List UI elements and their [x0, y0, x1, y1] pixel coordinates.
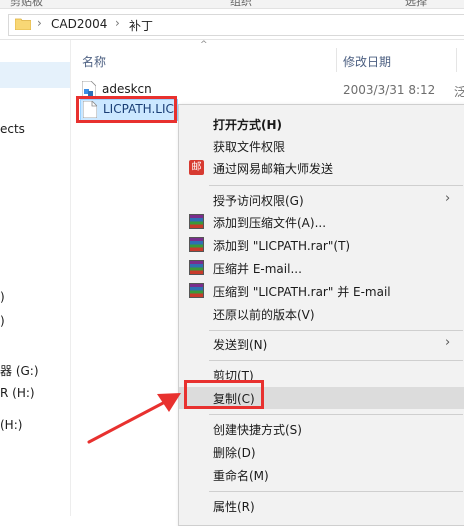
menu-separator [209, 360, 463, 361]
address-bar[interactable]: › CAD2004 › 补丁 [0, 9, 464, 40]
annotation-box-copy [184, 380, 264, 409]
menu-item-add-to-rar[interactable]: 添加到 "LICPATH.rar"(T) [179, 234, 464, 256]
menu-item-grant-access[interactable]: 授予访问权限(G) › [179, 189, 464, 211]
context-menu: 打开方式(H) 获取文件权限 邮 通过网易邮箱大师发送 授予访问权限(G) › … [178, 104, 464, 526]
nav-item-objects[interactable]: ects [0, 122, 25, 136]
column-divider[interactable] [456, 48, 457, 72]
menu-separator [209, 330, 463, 331]
menu-item-send-to[interactable]: 发送到(N) › [179, 333, 464, 355]
menu-label: 删除(D) [213, 446, 256, 460]
menu-item-rename[interactable]: 重命名(M) [179, 464, 464, 486]
winrar-icon [189, 214, 204, 229]
column-divider[interactable] [336, 48, 337, 72]
menu-separator [209, 414, 463, 415]
menu-label: 压缩到 "LICPATH.rar" 并 E-mail [213, 285, 391, 299]
menu-item-send-netease[interactable]: 邮 通过网易邮箱大师发送 [179, 157, 464, 179]
ribbon-strip: 剪贴板 组织 选择 [0, 0, 464, 9]
menu-item-compress-email[interactable]: 压缩并 E-mail... [179, 257, 464, 279]
annotation-arrow-icon [87, 393, 181, 444]
menu-item-delete[interactable]: 删除(D) [179, 441, 464, 463]
file-date: 2003/3/31 8:12 [343, 83, 436, 97]
nav-selected-item[interactable] [0, 62, 70, 88]
menu-item-open-with[interactable]: 打开方式(H) [179, 113, 464, 135]
menu-label: 创建快捷方式(S) [213, 423, 302, 437]
ribbon-select-label: 选择 [405, 0, 427, 8]
annotation-box-file [76, 96, 177, 123]
menu-label: 属性(R) [213, 500, 255, 514]
menu-label: 获取文件权限 [213, 140, 286, 154]
menu-item-compress-rar-email[interactable]: 压缩到 "LICPATH.rar" 并 E-mail [179, 280, 464, 302]
chevron-right-icon[interactable]: › [37, 16, 42, 30]
menu-separator [209, 185, 463, 186]
menu-label: 发送到(N) [213, 338, 268, 352]
folder-icon [15, 18, 31, 30]
menu-label: 打开方式(H) [213, 118, 283, 132]
breadcrumb-cad2004[interactable]: CAD2004 [51, 17, 107, 31]
nav-item-drive-g[interactable]: 器 (G:) [0, 362, 39, 379]
nav-item-drive-h2[interactable]: (H:) [0, 418, 22, 432]
sort-arrow-icon: ^ [200, 40, 208, 50]
nav-item-drive-h[interactable]: R (H:) [0, 386, 35, 400]
ribbon-clipboard-label: 剪贴板 [10, 0, 43, 8]
chevron-right-icon[interactable]: › [115, 16, 120, 30]
menu-item-add-archive[interactable]: 添加到压缩文件(A)... [179, 211, 464, 233]
file-name: adeskcn [102, 82, 152, 96]
submenu-arrow-icon: › [445, 335, 451, 350]
menu-label: 添加到压缩文件(A)... [213, 216, 327, 230]
file-type-cut: 泛 [454, 85, 464, 99]
menu-label: 重命名(M) [213, 469, 269, 483]
breadcrumb-patch[interactable]: 补丁 [129, 17, 153, 34]
column-header-date[interactable]: 修改日期 [343, 53, 391, 77]
nav-item-drive-2[interactable]: ) [0, 314, 5, 328]
menu-label: 添加到 "LICPATH.rar"(T) [213, 239, 351, 253]
winrar-icon [189, 237, 204, 252]
menu-label: 通过网易邮箱大师发送 [213, 162, 334, 176]
column-header-name[interactable]: 名称 [82, 53, 106, 77]
menu-item-restore-versions[interactable]: 还原以前的版本(V) [179, 303, 464, 325]
menu-label: 还原以前的版本(V) [213, 308, 315, 322]
menu-item-get-permission[interactable]: 获取文件权限 [179, 135, 464, 157]
menu-item-create-shortcut[interactable]: 创建快捷方式(S) [179, 418, 464, 440]
menu-label: 压缩并 E-mail... [213, 262, 302, 276]
winrar-icon [189, 283, 204, 298]
submenu-arrow-icon: › [445, 191, 451, 206]
winrar-icon [189, 260, 204, 275]
menu-label: 授予访问权限(G) [213, 194, 304, 208]
menu-item-properties[interactable]: 属性(R) [179, 495, 464, 517]
address-box[interactable]: › CAD2004 › 补丁 [8, 14, 464, 36]
mail-icon: 邮 [189, 160, 204, 175]
nav-item-drive-1[interactable]: ) [0, 290, 5, 304]
menu-separator [209, 491, 463, 492]
navigation-pane: ects ) ) 器 (G:) R (H:) (H:) [0, 40, 71, 516]
ribbon-organize-label: 组织 [230, 0, 252, 8]
